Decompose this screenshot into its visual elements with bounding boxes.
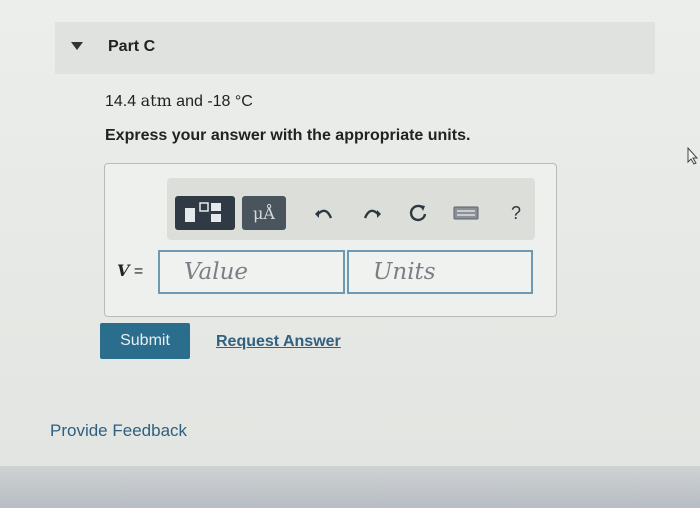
question-unit: atm bbox=[140, 91, 172, 110]
submit-button[interactable]: Submit bbox=[100, 323, 190, 359]
mouse-cursor-icon bbox=[687, 146, 699, 170]
question-number: 14.4 bbox=[105, 93, 141, 110]
value-input[interactable]: Value bbox=[158, 250, 345, 294]
variable-label: V = bbox=[117, 261, 143, 281]
reset-icon[interactable] bbox=[403, 196, 433, 230]
part-header[interactable]: Part C bbox=[55, 22, 655, 74]
help-button[interactable]: ? bbox=[501, 196, 531, 230]
variable-symbol: V bbox=[117, 261, 130, 280]
request-answer-link[interactable]: Request Answer bbox=[216, 333, 341, 351]
equals-sign: = bbox=[129, 263, 144, 280]
provide-feedback-link[interactable]: Provide Feedback bbox=[50, 421, 187, 441]
math-toolbar: μÅ ? bbox=[167, 178, 535, 240]
instruction-text: Express your answer with the appropriate… bbox=[105, 127, 471, 144]
undo-icon[interactable] bbox=[309, 196, 339, 230]
templates-icon bbox=[185, 202, 221, 222]
units-input[interactable]: Units bbox=[347, 250, 533, 294]
bottom-bar bbox=[0, 466, 700, 508]
units-symbol-button[interactable]: μÅ bbox=[242, 196, 286, 230]
question-rest: and -18 °C bbox=[171, 93, 253, 110]
caret-down-icon[interactable] bbox=[71, 42, 83, 50]
keyboard-icon[interactable] bbox=[451, 196, 481, 230]
templates-button[interactable] bbox=[175, 196, 235, 230]
question-text: 14.4 atm and -18 °C bbox=[105, 91, 253, 111]
answer-box: μÅ ? V = Value Units bbox=[104, 163, 557, 317]
page: Part C 14.4 atm and -18 °C Express your … bbox=[0, 0, 700, 508]
part-title: Part C bbox=[108, 38, 156, 55]
redo-icon[interactable] bbox=[357, 196, 387, 230]
